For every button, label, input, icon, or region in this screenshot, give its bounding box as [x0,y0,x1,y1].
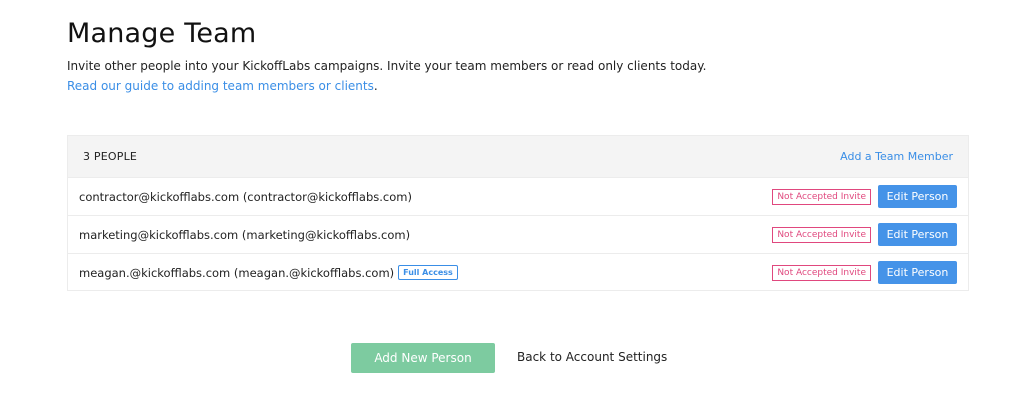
add-team-member-link[interactable]: Add a Team Member [840,150,953,163]
member-info: marketing@kickofflabs.com (marketing@kic… [79,228,410,242]
manage-team-page: Manage Team Invite other people into you… [0,0,1024,413]
edit-person-button[interactable]: Edit Person [878,185,957,208]
back-to-account-settings-link[interactable]: Back to Account Settings [517,350,667,364]
guide-line: Read our guide to adding team members or… [67,79,378,93]
add-new-person-button[interactable]: Add New Person [351,343,495,373]
invite-status-badge: Not Accepted Invite [772,226,871,243]
people-count: 3 PEOPLE [83,150,138,163]
edit-person-button[interactable]: Edit Person [878,223,957,246]
member-info: contractor@kickofflabs.com (contractor@k… [79,190,412,204]
member-label: contractor@kickofflabs.com (contractor@k… [79,189,412,204]
team-member-row: meagan.@kickofflabs.com (meagan.@kickoff… [68,253,968,291]
member-actions: Not Accepted Invite Edit Person [772,223,957,246]
full-access-badge: Full Access [398,265,458,280]
team-panel-header: 3 PEOPLE Add a Team Member [68,136,968,177]
edit-person-button[interactable]: Edit Person [878,261,957,284]
page-title: Manage Team [67,18,257,49]
intro-text: Invite other people into your KickoffLab… [67,59,707,73]
team-member-row: marketing@kickofflabs.com (marketing@kic… [68,215,968,253]
member-label: marketing@kickofflabs.com (marketing@kic… [79,227,411,242]
member-actions: Not Accepted Invite Edit Person [772,185,957,208]
invite-status-badge: Not Accepted Invite [772,264,871,281]
team-member-row: contractor@kickofflabs.com (contractor@k… [68,177,968,215]
team-panel: 3 PEOPLE Add a Team Member contractor@ki… [67,135,969,291]
invite-status-badge: Not Accepted Invite [772,188,871,205]
member-actions: Not Accepted Invite Edit Person [772,261,957,284]
member-info: meagan.@kickofflabs.com (meagan.@kickoff… [79,265,458,280]
guide-link[interactable]: Read our guide to adding team members or… [67,79,374,93]
member-label: meagan.@kickofflabs.com (meagan.@kickoff… [79,265,395,280]
guide-suffix: . [373,79,378,93]
